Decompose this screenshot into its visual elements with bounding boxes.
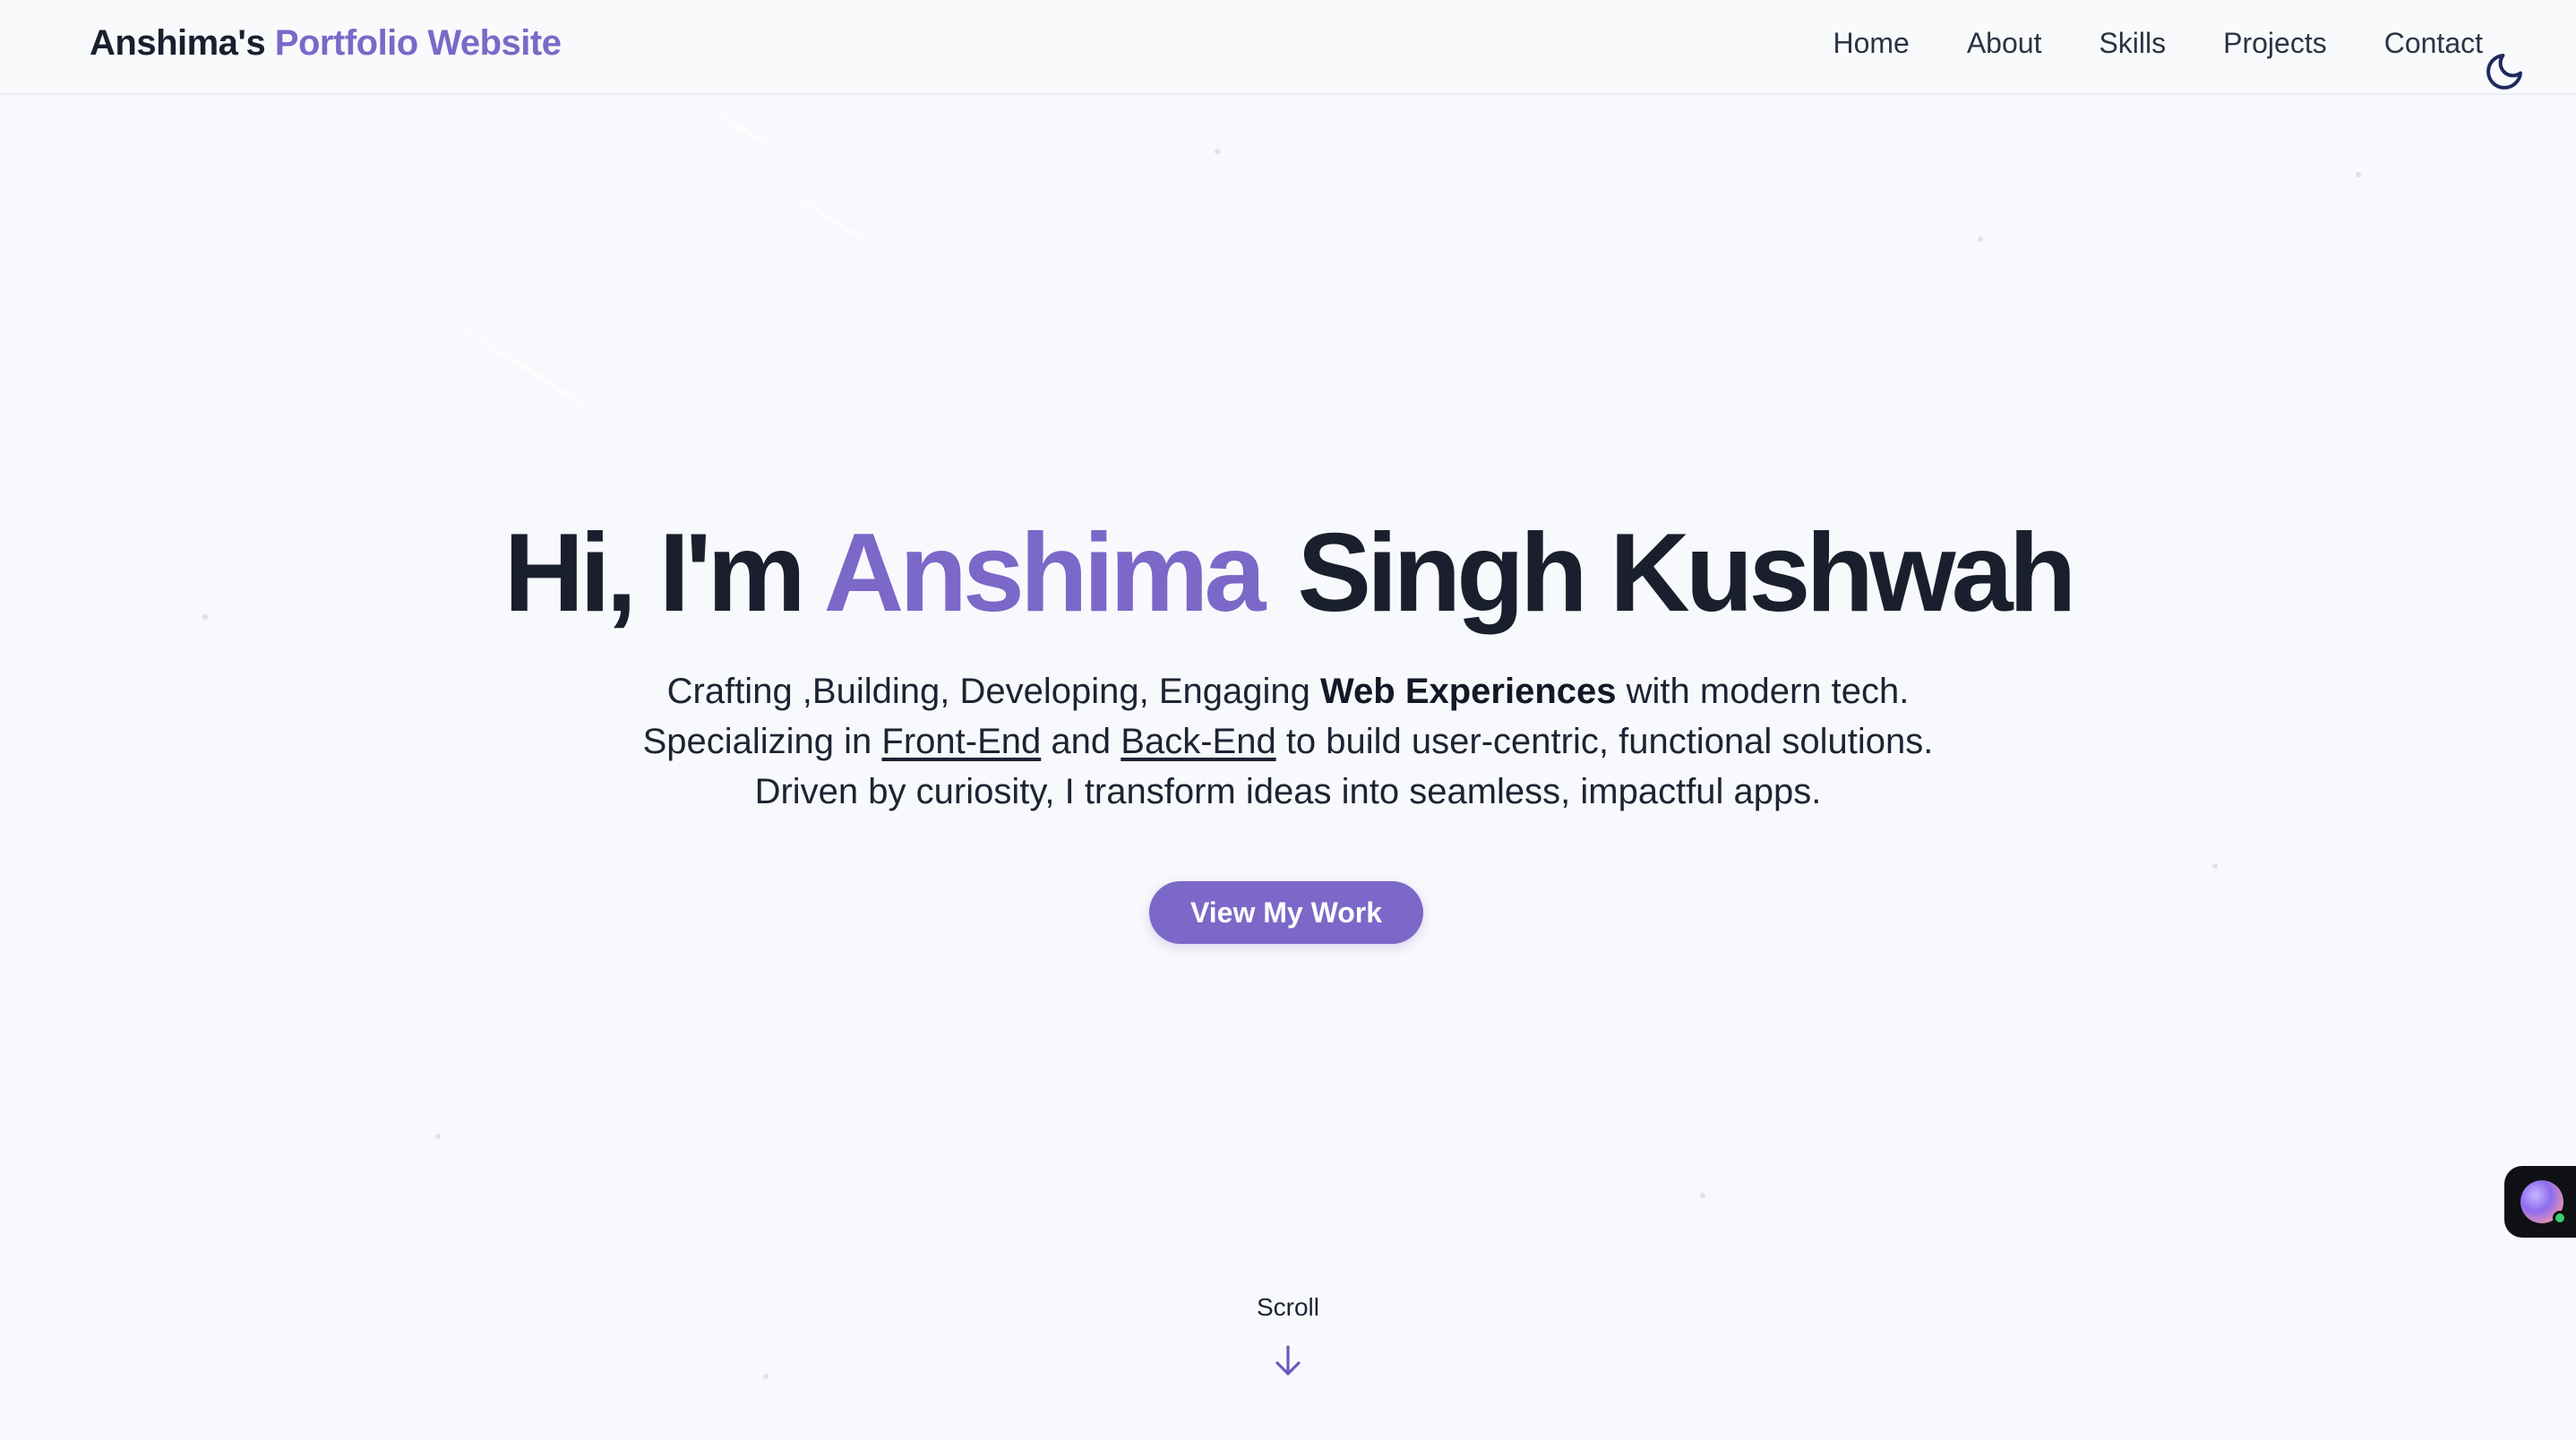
online-status-dot xyxy=(2553,1211,2567,1225)
hero-greeting: Hi, I'm xyxy=(503,511,806,635)
main-nav: Home About Skills Projects Contact xyxy=(1833,27,2483,60)
nav-home[interactable]: Home xyxy=(1833,27,1909,60)
hero-title: Hi, I'm Anshima Singh Kushwah xyxy=(0,512,2576,634)
arrow-down-icon[interactable] xyxy=(1274,1343,1302,1379)
front-end-link[interactable]: Front-End xyxy=(881,722,1041,761)
hero-line-2-text: Specializing in xyxy=(642,722,872,761)
hero-line-3: Driven by curiosity, I transform ideas i… xyxy=(754,772,1822,811)
brand-name: Anshima's xyxy=(90,23,266,63)
nav-skills[interactable]: Skills xyxy=(2099,27,2166,60)
back-end-link[interactable]: Back-End xyxy=(1121,722,1275,761)
background-dot xyxy=(1215,149,1220,154)
brand-subtitle: Portfolio Website xyxy=(274,23,562,63)
hero-line-1-end: with modern tech. xyxy=(1626,672,1910,711)
hero-last-name: Singh Kushwah xyxy=(1297,511,2076,635)
background-dot xyxy=(435,1134,441,1139)
site-header: Anshima's Portfolio Website Home About S… xyxy=(0,0,2576,95)
nav-contact[interactable]: Contact xyxy=(2384,27,2483,60)
background-dot xyxy=(2212,863,2218,869)
brand-logo[interactable]: Anshima's Portfolio Website xyxy=(90,23,562,64)
scroll-label[interactable]: Scroll xyxy=(0,1293,2576,1322)
hero-line-2-mid: and xyxy=(1051,722,1112,761)
nav-projects[interactable]: Projects xyxy=(2223,27,2327,60)
view-my-work-button[interactable]: View My Work xyxy=(1149,881,1423,944)
hero-line-1-highlight: Web Experiences xyxy=(1320,672,1617,711)
background-dot xyxy=(763,1374,769,1379)
background-streak xyxy=(769,179,886,254)
hero-line-2-end: to build user-centric, functional soluti… xyxy=(1285,722,1934,761)
page: Anshima's Portfolio Website Home About S… xyxy=(0,0,2576,1440)
hero-description: Crafting ,Building, Developing, Engaging… xyxy=(0,666,2576,817)
background-dot xyxy=(1978,236,1983,242)
background-streak xyxy=(697,100,784,156)
hero-line-1-text: Crafting ,Building, Developing, Engaging xyxy=(666,672,1310,711)
background-dot xyxy=(1700,1193,1705,1198)
background-streak xyxy=(410,296,626,433)
chat-widget-button[interactable] xyxy=(2504,1166,2576,1238)
nav-about[interactable]: About xyxy=(1967,27,2042,60)
hero-line-2: Specializing in Front-End and Back-End t… xyxy=(0,716,2576,767)
hero-line-1: Crafting ,Building, Developing, Engaging… xyxy=(0,666,2576,716)
hero-first-name: Anshima xyxy=(823,511,1267,635)
moon-icon[interactable] xyxy=(2483,50,2526,93)
background-dot xyxy=(2356,172,2361,177)
